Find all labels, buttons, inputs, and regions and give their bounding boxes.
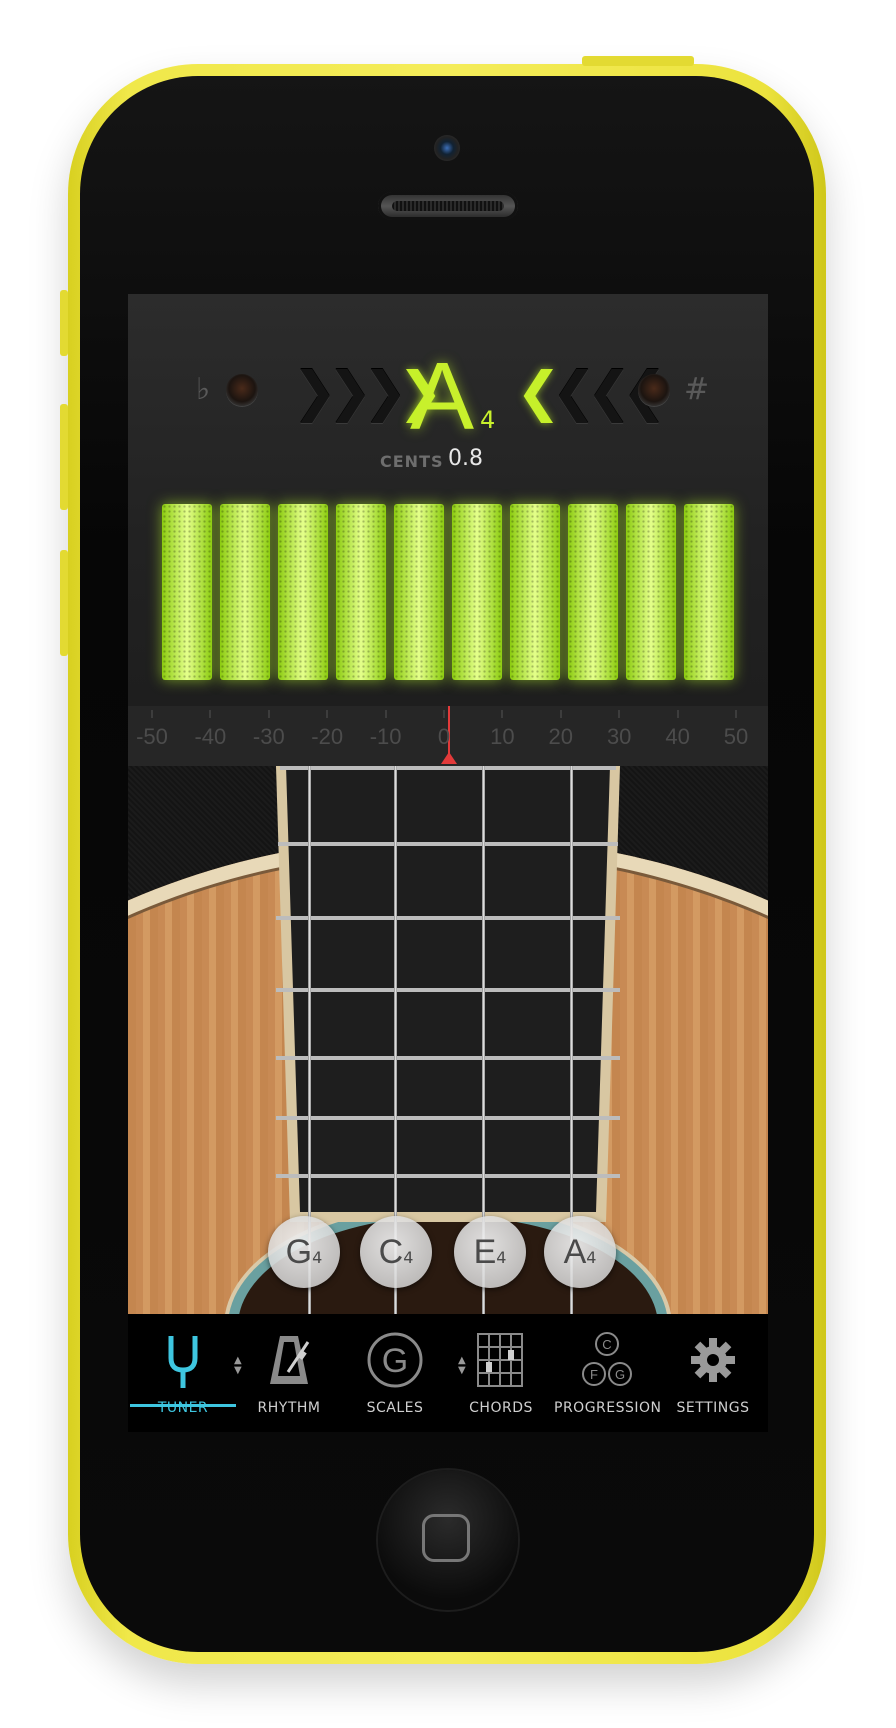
scale-label: 10 bbox=[490, 724, 515, 749]
string-octave: 4 bbox=[586, 1248, 597, 1267]
scale-tick bbox=[326, 710, 329, 718]
tab-label: RHYTHM bbox=[257, 1400, 321, 1416]
tuning-fork-icon bbox=[168, 1336, 198, 1388]
tuner-display: ♭ ❯❯❯❯ A 4 ❮❮❮❮ # CENTS 0.8 bbox=[128, 294, 768, 706]
scale-label: 20 bbox=[548, 724, 574, 749]
gear-icon bbox=[691, 1338, 735, 1382]
metronome-icon bbox=[270, 1336, 310, 1384]
flat-indicator-led bbox=[226, 374, 258, 406]
scale-label: 0 bbox=[437, 724, 451, 749]
svg-text:G: G bbox=[615, 1367, 625, 1382]
sharp-symbol: # bbox=[684, 372, 710, 407]
tab-settings[interactable]: SETTINGS bbox=[660, 1314, 766, 1432]
scale-tick bbox=[209, 710, 212, 718]
level-bar bbox=[336, 504, 386, 680]
tab-label: TUNER bbox=[157, 1400, 209, 1416]
string-octave: 4 bbox=[496, 1248, 507, 1267]
scale-label: -40 bbox=[194, 724, 227, 749]
level-bar bbox=[278, 504, 328, 680]
string-octave: 4 bbox=[312, 1248, 323, 1267]
active-tab-indicator bbox=[130, 1404, 236, 1407]
scale-tick bbox=[384, 710, 387, 718]
power-button bbox=[582, 56, 694, 66]
string-selector: G4 C4 E4 A4 bbox=[128, 1216, 768, 1290]
detected-note: A bbox=[410, 343, 475, 450]
sharp-indicator-led bbox=[638, 374, 670, 406]
scale-label: 50 bbox=[723, 724, 749, 749]
volume-down-button bbox=[60, 550, 68, 656]
level-bar bbox=[626, 504, 676, 680]
svg-text:C: C bbox=[602, 1337, 611, 1352]
tab-scales[interactable]: G SCALES bbox=[342, 1314, 448, 1432]
volume-up-button bbox=[60, 404, 68, 510]
scale-tick bbox=[559, 710, 562, 718]
string-button-a[interactable]: A4 bbox=[544, 1216, 616, 1288]
string-note: G bbox=[285, 1233, 313, 1271]
scale-tick bbox=[618, 710, 621, 718]
app-screen: ♭ ❯❯❯❯ A 4 ❮❮❮❮ # CENTS 0.8 -50 -40 -30 -20… bbox=[128, 294, 768, 1432]
scale-tick bbox=[443, 710, 445, 718]
tab-label: PROGRESSION bbox=[554, 1400, 662, 1416]
chord-diagram-icon bbox=[477, 1333, 523, 1387]
level-bar bbox=[684, 504, 734, 680]
earpiece-speaker bbox=[378, 192, 518, 220]
scale-label: -10 bbox=[369, 724, 402, 749]
string-octave: 4 bbox=[403, 1248, 414, 1267]
scale-label: -50 bbox=[136, 724, 168, 749]
tab-chords[interactable]: CHORDS bbox=[448, 1314, 554, 1432]
tab-bar: TUNER ▲ ▼ RHYTHM G SCALES ▲ ▼ CHORDS C F… bbox=[128, 1314, 768, 1432]
tab-label: SETTINGS bbox=[676, 1400, 750, 1416]
right-chevrons-icon: ❮❮❮❮ bbox=[516, 360, 667, 423]
level-bar bbox=[510, 504, 560, 680]
home-square-icon bbox=[422, 1514, 470, 1562]
string-button-g[interactable]: G4 bbox=[268, 1216, 340, 1288]
level-meter bbox=[162, 504, 736, 680]
svg-text:G: G bbox=[382, 1342, 408, 1380]
level-bar bbox=[394, 504, 444, 680]
detected-octave: 4 bbox=[480, 406, 496, 434]
needle-tip-icon bbox=[440, 752, 457, 764]
flat-symbol: ♭ bbox=[196, 372, 211, 407]
tab-tuner[interactable]: TUNER bbox=[130, 1314, 236, 1432]
scale-label: -20 bbox=[311, 724, 344, 749]
level-bar bbox=[220, 504, 270, 680]
string-note: A bbox=[563, 1233, 587, 1271]
scale-tick bbox=[676, 710, 679, 718]
svg-text:F: F bbox=[590, 1367, 598, 1382]
string-button-e[interactable]: E4 bbox=[454, 1216, 526, 1288]
scale-tick bbox=[267, 710, 270, 718]
scale-tick bbox=[501, 710, 504, 718]
level-bar bbox=[452, 504, 502, 680]
scale-g-icon: G bbox=[367, 1332, 423, 1388]
cents-scale: -50 -40 -30 -20 -10 0 10 20 30 40 50 bbox=[128, 706, 768, 766]
scale-label: 30 bbox=[606, 724, 632, 749]
string-note: E bbox=[473, 1233, 497, 1271]
progression-icon: C F G bbox=[582, 1332, 632, 1386]
tab-label: SCALES bbox=[366, 1400, 424, 1416]
scale-label: 40 bbox=[665, 724, 690, 749]
fretboard bbox=[276, 766, 620, 1222]
home-button[interactable] bbox=[378, 1470, 518, 1610]
scale-label: -30 bbox=[252, 724, 285, 749]
mute-switch bbox=[60, 290, 68, 356]
string-note: C bbox=[378, 1233, 404, 1271]
cents-label: CENTS bbox=[380, 452, 444, 471]
tab-label: CHORDS bbox=[469, 1400, 533, 1416]
front-camera bbox=[434, 135, 460, 161]
cents-value: 0.8 bbox=[448, 446, 483, 471]
tab-rhythm[interactable]: RHYTHM bbox=[236, 1314, 342, 1432]
tab-progression[interactable]: C F G PROGRESSION bbox=[554, 1314, 662, 1432]
scale-tick bbox=[151, 710, 153, 718]
string-button-c[interactable]: C4 bbox=[360, 1216, 432, 1288]
level-bar bbox=[568, 504, 618, 680]
level-bar bbox=[162, 504, 212, 680]
scale-tick bbox=[735, 710, 737, 718]
